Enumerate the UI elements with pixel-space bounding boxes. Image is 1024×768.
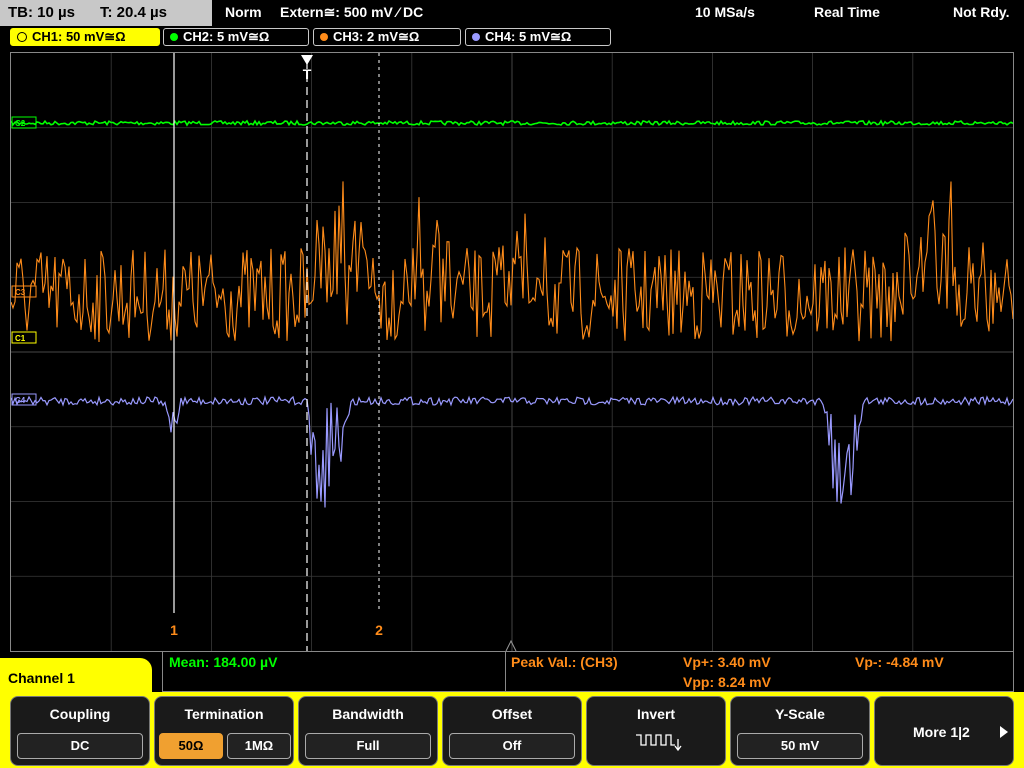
- channel-2-dot-icon: [170, 33, 178, 41]
- y-scale-softkey[interactable]: Y-Scale 50 mV: [730, 696, 870, 766]
- coupling-value[interactable]: DC: [17, 733, 143, 759]
- offset-value[interactable]: Off: [449, 733, 575, 759]
- trigger-marker-label: T: [303, 66, 312, 82]
- channel-3-tab[interactable]: CH3: 2 mV≅Ω: [313, 28, 461, 46]
- channel-2-label: CH2: 5 mV≅Ω: [183, 29, 270, 44]
- channel-4-dot-icon: [472, 33, 480, 41]
- next-arrow-icon: [1000, 726, 1008, 738]
- invert-waveform-icon: [636, 734, 682, 752]
- timebase-box[interactable]: TB: 10 µs T: 20.4 µs: [0, 0, 212, 26]
- ch3-offset-label: C3: [15, 288, 26, 297]
- more-label: More 1|2: [913, 724, 970, 740]
- channel-1-dot-icon: [17, 32, 27, 42]
- bandwidth-value[interactable]: Full: [305, 733, 431, 759]
- termination-1m-option[interactable]: 1MΩ: [227, 733, 291, 759]
- trigger-time-label: T: 20.4 µs: [100, 4, 168, 21]
- center-marker-icon: [505, 639, 517, 651]
- vp-plus-measurement: Vp+: 3.40 mV: [683, 654, 771, 670]
- cursor-1-label: 1: [170, 622, 178, 638]
- peak-measurement-label: Peak Val.: (CH3): [511, 654, 618, 670]
- coupling-softkey[interactable]: Coupling DC: [10, 696, 150, 766]
- trigger-mode[interactable]: Norm: [225, 4, 262, 20]
- channel-2-tab[interactable]: CH2: 5 mV≅Ω: [163, 28, 309, 46]
- timebase-label: TB: 10 µs: [8, 4, 75, 21]
- ch4-offset-label: C4: [15, 396, 26, 405]
- more-softkey[interactable]: More 1|2: [874, 696, 1014, 766]
- waveform-display[interactable]: T 1 2 C2 C3 C1 C4: [10, 52, 1014, 652]
- bandwidth-softkey[interactable]: Bandwidth Full: [298, 696, 438, 766]
- ch2-offset-label: C2: [15, 119, 26, 128]
- channel-1-label: CH1: 50 mV≅Ω: [32, 29, 126, 44]
- channel-4-tab[interactable]: CH4: 5 mV≅Ω: [465, 28, 611, 46]
- vpp-measurement: Vpp: 8.24 mV: [683, 674, 771, 690]
- cursor-2-label: 2: [375, 622, 383, 638]
- y-scale-value[interactable]: 50 mV: [737, 733, 863, 759]
- mean-measurement: Mean: 184.00 µV: [169, 654, 278, 670]
- termination-50-option[interactable]: 50Ω: [159, 733, 223, 759]
- graticule-grid: [11, 53, 1013, 651]
- coupling-title: Coupling: [49, 706, 111, 722]
- acquisition-mode: Real Time: [814, 4, 880, 20]
- measurement-panel: Mean: 184.00 µV Peak Val.: (CH3) Vp+: 3.…: [162, 652, 1014, 692]
- y-scale-title: Y-Scale: [775, 706, 825, 722]
- channel-1-tab[interactable]: CH1: 50 mV≅Ω: [10, 28, 160, 46]
- offset-title: Offset: [491, 706, 533, 722]
- menu-channel-title: Channel 1: [8, 670, 75, 686]
- channel-3-label: CH3: 2 mV≅Ω: [333, 29, 420, 44]
- sample-rate: 10 MSa/s: [695, 4, 755, 20]
- channel-4-label: CH4: 5 mV≅Ω: [485, 29, 572, 44]
- trigger-status: Not Rdy.: [953, 4, 1010, 20]
- invert-title: Invert: [636, 706, 676, 722]
- termination-title: Termination: [184, 706, 264, 722]
- channel-3-dot-icon: [320, 33, 328, 41]
- vp-minus-measurement: Vp-: -4.84 mV: [855, 654, 944, 670]
- invert-softkey[interactable]: Invert: [586, 696, 726, 766]
- trigger-source[interactable]: Extern≅: 500 mV ⁄ DC: [280, 4, 423, 21]
- waveform-canvas: T 1 2 C2 C3 C1 C4: [11, 53, 1013, 651]
- termination-softkey[interactable]: Termination 50Ω 1MΩ: [154, 696, 294, 766]
- top-status-bar: TB: 10 µs T: 20.4 µs Norm Extern≅: 500 m…: [0, 0, 1024, 26]
- bandwidth-title: Bandwidth: [332, 706, 404, 722]
- offset-softkey[interactable]: Offset Off: [442, 696, 582, 766]
- ch1-offset-label: C1: [15, 334, 26, 343]
